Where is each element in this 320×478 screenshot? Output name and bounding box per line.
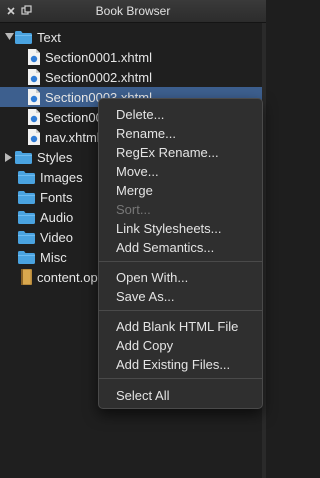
- xhtml-file-icon: [27, 89, 40, 105]
- chevron-right-icon[interactable]: [3, 152, 15, 162]
- menu-item-link-stylesheets[interactable]: Link Stylesheets...: [99, 219, 262, 238]
- tree-folder-text[interactable]: Text: [0, 27, 262, 47]
- folder-icon: [18, 250, 35, 264]
- xhtml-file-icon: [27, 49, 40, 65]
- menu-item-open-with[interactable]: Open With...: [99, 268, 262, 287]
- panel-title: Book Browser: [95, 4, 171, 18]
- tree-label: Fonts: [40, 189, 73, 205]
- tree-label: Audio: [40, 209, 74, 225]
- menu-item-add-existing[interactable]: Add Existing Files...: [99, 355, 262, 374]
- xhtml-file-icon: [27, 69, 40, 85]
- tree-label: Video: [40, 229, 74, 245]
- panel-titlebar: Book Browser: [0, 0, 266, 23]
- menu-item-add-copy[interactable]: Add Copy: [99, 336, 262, 355]
- folder-icon: [18, 230, 35, 244]
- folder-icon: [18, 170, 35, 184]
- folder-icon: [18, 210, 35, 224]
- book-icon: [21, 269, 32, 285]
- tree-label: Text: [37, 29, 61, 45]
- tree-label: content.opf: [37, 269, 102, 285]
- menu-item-add-semantics[interactable]: Add Semantics...: [99, 238, 262, 257]
- menu-separator: [99, 310, 262, 311]
- folder-icon: [15, 150, 32, 164]
- xhtml-file-icon: [27, 109, 40, 125]
- menu-item-rename[interactable]: Rename...: [99, 124, 262, 143]
- folder-icon: [18, 190, 35, 204]
- menu-item-select-all[interactable]: Select All: [99, 386, 262, 405]
- tree-label: Section0001.xhtml: [45, 49, 152, 65]
- chevron-down-icon[interactable]: [3, 33, 15, 41]
- tree-label: Styles: [37, 149, 73, 165]
- menu-item-save-as[interactable]: Save As...: [99, 287, 262, 306]
- menu-separator: [99, 378, 262, 379]
- menu-item-move[interactable]: Move...: [99, 162, 262, 181]
- tree-label: Misc: [40, 249, 67, 265]
- xhtml-file-icon: [27, 129, 40, 145]
- tree-file-section0002[interactable]: Section0002.xhtml: [0, 67, 262, 87]
- menu-item-delete[interactable]: Delete...: [99, 105, 262, 124]
- menu-item-sort: Sort...: [116, 202, 151, 217]
- tree-label: nav.xhtml: [45, 129, 100, 145]
- tree-label: Images: [40, 169, 83, 185]
- menu-item-add-blank-html[interactable]: Add Blank HTML File: [99, 317, 262, 336]
- menu-separator: [99, 261, 262, 262]
- folder-icon: [15, 30, 32, 44]
- tree-label: Section0002.xhtml: [45, 69, 152, 85]
- context-menu: Delete... Rename... RegEx Rename... Move…: [98, 98, 263, 409]
- menu-item-regex-rename[interactable]: RegEx Rename...: [99, 143, 262, 162]
- tree-file-section0001[interactable]: Section0001.xhtml: [0, 47, 262, 67]
- menu-item-merge[interactable]: Merge: [99, 181, 262, 200]
